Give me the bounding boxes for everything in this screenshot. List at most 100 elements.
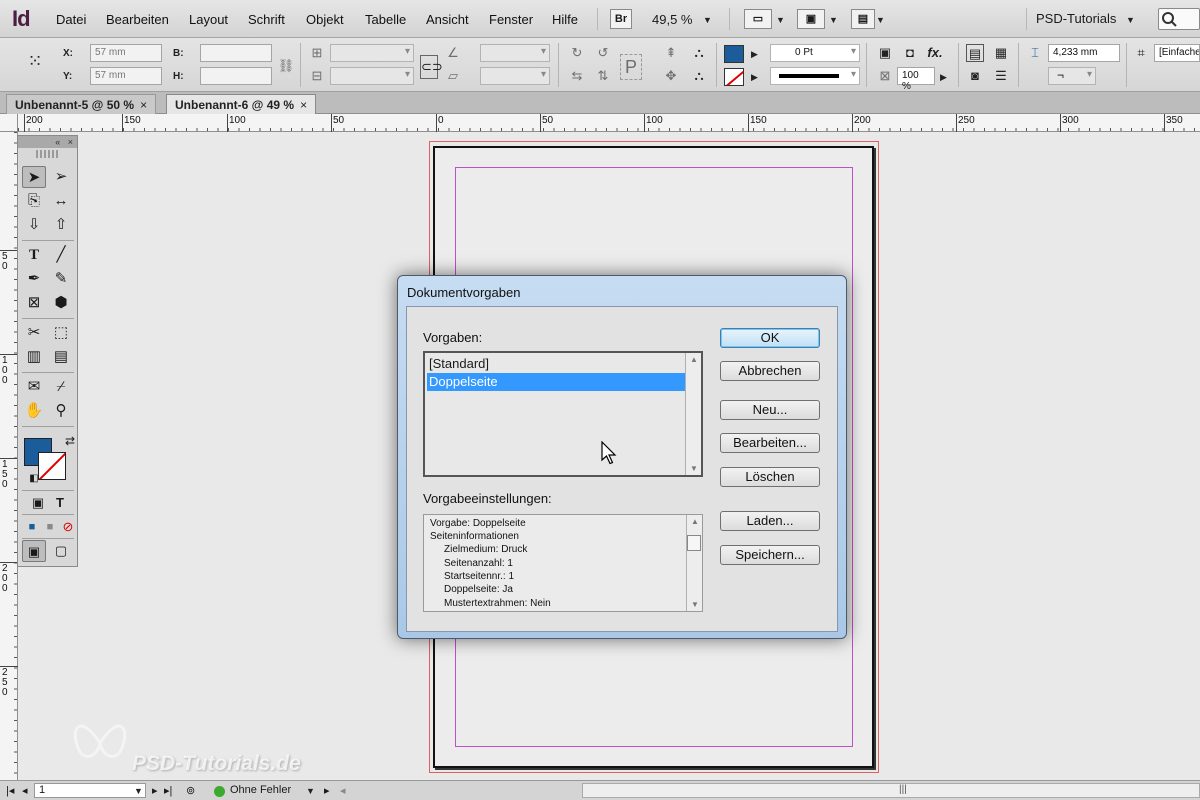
chevron-down-icon[interactable]: ▼: [876, 15, 885, 25]
menu-bearbeiten[interactable]: Bearbeiten: [106, 12, 169, 27]
chevron-down-icon[interactable]: ▼: [703, 15, 712, 25]
width-field[interactable]: [200, 44, 272, 62]
save-preset-button[interactable]: Speichern...: [720, 545, 820, 565]
polygon-tool-icon[interactable]: ⬢: [49, 292, 73, 314]
fill-color-swatch[interactable]: [724, 45, 744, 63]
y-position-field[interactable]: 57 mm: [90, 67, 162, 85]
rotate-clockwise-icon[interactable]: ↻: [568, 44, 586, 62]
stroke-swatch[interactable]: [38, 452, 66, 480]
opacity-field[interactable]: 100 %: [897, 67, 935, 92]
zoom-tool-icon[interactable]: ⚲: [49, 400, 73, 422]
scroll-left-icon[interactable]: ◂: [340, 784, 346, 797]
tab-unbenannt-5[interactable]: Unbenannt-5 @ 50 % ×: [6, 94, 157, 114]
free-transform-tool-icon[interactable]: ⬚: [49, 322, 73, 344]
select-previous-icon[interactable]: ⛬: [690, 44, 708, 62]
close-icon[interactable]: ×: [140, 98, 147, 112]
fx-effects-icon[interactable]: fx.: [926, 44, 944, 62]
preset-item-standard[interactable]: [Standard]: [427, 355, 685, 373]
settings-scrollbar[interactable]: ▲ ▼: [686, 515, 702, 611]
direct-selection-tool-icon[interactable]: ➢: [49, 166, 73, 188]
preflight-status[interactable]: Ohne Fehler: [230, 784, 291, 796]
scale-x-percent-dropdown[interactable]: [330, 44, 414, 62]
select-content-icon[interactable]: ✥: [662, 67, 680, 85]
preset-settings-box[interactable]: Vorgabe: Doppelseite Seiteninformationen…: [423, 514, 703, 612]
tab-unbenannt-6[interactable]: Unbenannt-6 @ 49 % ×: [166, 94, 317, 114]
text-wrap-shape-icon[interactable]: ◙: [966, 67, 984, 85]
formatting-text-icon[interactable]: T: [48, 492, 72, 514]
rotation-angle-dropdown[interactable]: [480, 44, 550, 62]
chevron-right-icon[interactable]: ▶: [751, 49, 758, 60]
chevron-down-icon[interactable]: ▼: [306, 786, 315, 796]
content-placer-icon[interactable]: ⇧: [49, 214, 73, 236]
close-icon[interactable]: ×: [68, 137, 73, 147]
chevron-down-icon[interactable]: ▼: [1126, 15, 1135, 25]
apply-none-icon[interactable]: ⊘: [56, 516, 80, 538]
menu-hilfe[interactable]: Hilfe: [552, 12, 578, 27]
rotate-counterclockwise-icon[interactable]: ↺: [594, 44, 612, 62]
content-collector-icon[interactable]: ⇩: [22, 214, 46, 236]
constrain-proportions-icon[interactable]: ⛓: [277, 57, 295, 75]
x-position-field[interactable]: 57 mm: [90, 44, 162, 62]
corner-shape-dropdown[interactable]: ¬: [1048, 67, 1096, 85]
select-next-icon[interactable]: ⛬: [690, 67, 708, 85]
rectangle-frame-tool-icon[interactable]: ⊠: [22, 292, 46, 314]
chevron-down-icon[interactable]: ▼: [776, 15, 785, 25]
edit-preset-button[interactable]: Bearbeiten...: [720, 433, 820, 453]
close-icon[interactable]: ×: [300, 98, 307, 112]
presets-scrollbar[interactable]: ▲ ▼: [685, 353, 701, 475]
eyedropper-tool-icon[interactable]: ⌿: [49, 376, 73, 398]
text-wrap-none-icon[interactable]: ▤: [966, 44, 984, 62]
arrange-documents-icon[interactable]: ▤: [851, 9, 875, 29]
scroll-up-icon[interactable]: ▲: [691, 517, 699, 526]
normal-view-icon[interactable]: ▣: [22, 540, 46, 562]
load-preset-button[interactable]: Laden...: [720, 511, 820, 531]
line-tool-icon[interactable]: ╱: [49, 244, 73, 266]
scissors-tool-icon[interactable]: ✂: [22, 322, 46, 344]
drop-shadow-icon[interactable]: ▣: [876, 44, 894, 62]
collapse-icon[interactable]: «: [55, 137, 60, 147]
scroll-down-icon[interactable]: ▼: [691, 600, 699, 609]
previous-page-icon[interactable]: ◂: [22, 784, 28, 797]
menu-ansicht[interactable]: Ansicht: [426, 12, 469, 27]
vertical-ruler[interactable]: 5 0 1 0 0 1 5 0 2 0 0 2 5 0: [0, 132, 18, 780]
scale-y-percent-dropdown[interactable]: [330, 67, 414, 85]
flip-horizontal-icon[interactable]: ⇆: [568, 67, 586, 85]
stroke-color-swatch[interactable]: [724, 68, 744, 86]
hand-tool-icon[interactable]: ✋: [22, 400, 46, 422]
horizontal-ruler[interactable]: 200 150 100 50 0 50 100 150 200 250 300 …: [18, 114, 1200, 132]
preflight-menu-icon[interactable]: ▸: [324, 784, 330, 797]
menu-objekt[interactable]: Objekt: [306, 12, 344, 27]
bridge-button[interactable]: Br: [610, 9, 632, 29]
page-number-field[interactable]: 1: [34, 783, 146, 798]
screen-mode-icon[interactable]: ▣: [797, 9, 825, 29]
menu-schrift[interactable]: Schrift: [248, 12, 285, 27]
chevron-right-icon[interactable]: ▶: [940, 72, 947, 83]
next-page-icon[interactable]: ▸: [152, 784, 158, 797]
chevron-right-icon[interactable]: ▶: [751, 72, 758, 83]
flip-vertical-icon[interactable]: ⇅: [594, 67, 612, 85]
gradient-feather-tool-icon[interactable]: ▤: [49, 346, 73, 368]
text-wrap-bounding-icon[interactable]: ▦: [992, 44, 1010, 62]
formatting-container-icon[interactable]: ▣: [26, 492, 50, 514]
ok-button[interactable]: OK: [720, 328, 820, 348]
last-page-icon[interactable]: ▸|: [164, 784, 172, 797]
pencil-tool-icon[interactable]: ✎: [49, 268, 73, 290]
stroke-type-dropdown[interactable]: [770, 67, 860, 85]
offset-field[interactable]: 4,233 mm: [1048, 44, 1120, 62]
scroll-thumb[interactable]: [687, 535, 701, 551]
ruler-corner[interactable]: [0, 114, 18, 132]
swap-colors-icon[interactable]: ⇄: [58, 430, 82, 452]
view-options-icon[interactable]: ▭: [744, 9, 772, 29]
gap-tool-icon[interactable]: ↔: [49, 190, 73, 212]
corner-options-icon[interactable]: ◘: [901, 44, 919, 62]
link-icon[interactable]: ⊂⊃: [420, 55, 443, 79]
presets-list[interactable]: [Standard] Doppelseite ▲ ▼: [423, 351, 703, 477]
chevron-down-icon[interactable]: ▼: [829, 15, 838, 25]
chevron-down-icon[interactable]: ▼: [134, 786, 143, 796]
page-tool-icon[interactable]: ⎘: [22, 190, 46, 212]
horizontal-scrollbar[interactable]: |||: [582, 783, 1200, 798]
search-input[interactable]: [1158, 8, 1200, 30]
zoom-level[interactable]: 49,5 %: [652, 12, 692, 27]
text-wrap-jump-icon[interactable]: ☰: [992, 67, 1010, 85]
select-container-icon[interactable]: ⇞: [662, 44, 680, 62]
